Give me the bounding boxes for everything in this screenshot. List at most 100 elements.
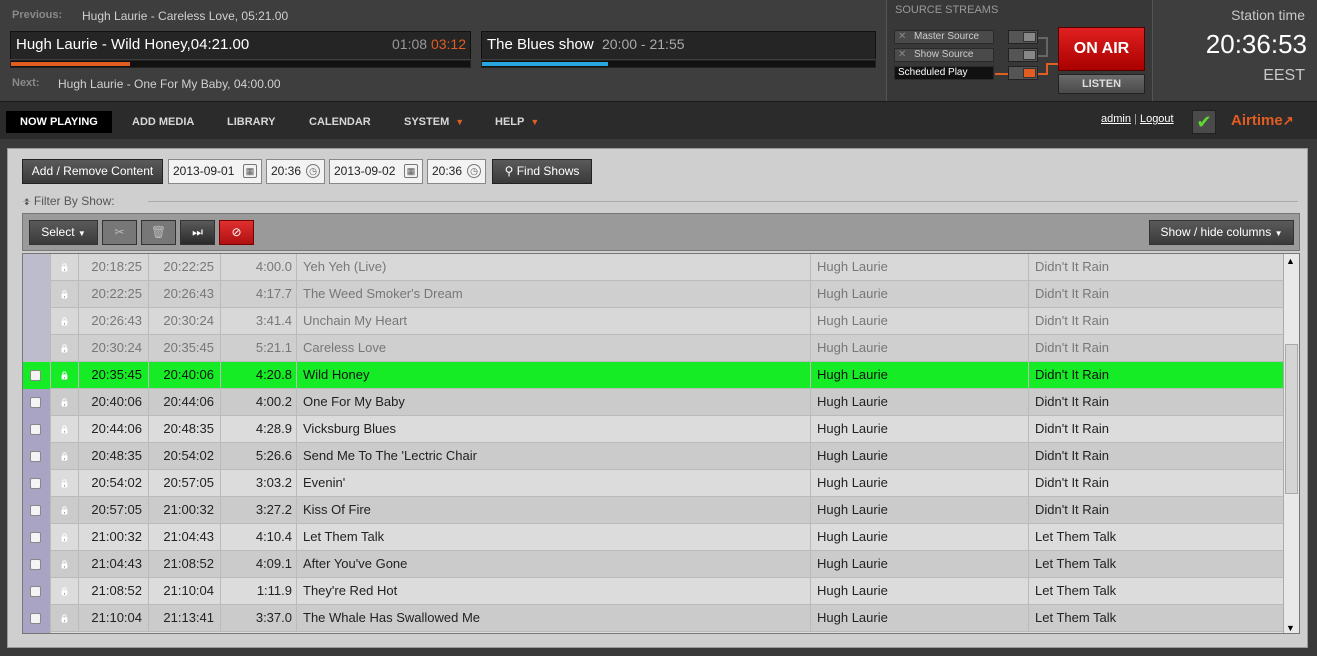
start-date-field[interactable]: 2013-09-01 ▦: [168, 159, 262, 184]
show-progress: [481, 60, 876, 68]
start-time-field[interactable]: 20:36 ◷: [266, 159, 325, 184]
scroll-up-icon[interactable]: ▲: [1286, 256, 1295, 266]
album-cell: Let Them Talk: [1035, 529, 1117, 544]
select-dropdown[interactable]: Select ▼: [29, 220, 98, 245]
toggle-knob: [1023, 32, 1036, 42]
table-row[interactable]: 🔒 20:35:45 20:40:06 4:20.8 Wild Honey Hugh La…: [23, 362, 1284, 389]
user-link[interactable]: admin: [1101, 113, 1131, 125]
lock-icon: 🔒: [59, 533, 70, 542]
cancel-icon: ⊘: [231, 225, 242, 239]
artist-cell: Hugh Laurie: [811, 578, 1029, 605]
checkbox-cell: [23, 281, 51, 308]
select-label: Select: [41, 225, 75, 239]
row-checkbox[interactable]: [30, 478, 41, 489]
clock-icon[interactable]: ◷: [467, 164, 481, 178]
nav-calendar[interactable]: CALENDAR: [295, 111, 385, 133]
lock-cell: 🔒: [51, 254, 79, 281]
close-icon[interactable]: ✕: [898, 31, 906, 43]
table-row[interactable]: 🔒 20:22:25 20:26:43 4:17.7 The Weed Smoker's…: [23, 281, 1284, 308]
row-checkbox[interactable]: [30, 613, 41, 624]
title-cell: Evenin': [297, 470, 811, 497]
logout-link[interactable]: Logout: [1140, 113, 1174, 125]
checkmark-icon[interactable]: ✔: [1192, 110, 1216, 134]
title-cell: Yeh Yeh (Live): [297, 254, 811, 281]
scissors-icon: ✂: [114, 225, 125, 239]
table-row[interactable]: 🔒 21:04:43 21:08:52 4:09.1 After You've Gone…: [23, 551, 1284, 578]
table-row[interactable]: 🔒 21:08:52 21:10:04 1:11.9 They're Red Hot Hu…: [23, 578, 1284, 605]
nav-library[interactable]: LIBRARY: [213, 111, 289, 133]
end-time-cell: 20:48:35: [149, 416, 221, 443]
find-shows-button[interactable]: ⚲ Find Shows: [492, 159, 592, 184]
lock-cell: 🔒: [51, 524, 79, 551]
start-time-cell: 20:22:25: [79, 281, 149, 308]
close-icon[interactable]: ✕: [898, 49, 906, 61]
calendar-icon[interactable]: ▦: [404, 164, 418, 178]
scheduled-play-toggle[interactable]: [1008, 66, 1038, 80]
row-checkbox[interactable]: [30, 397, 41, 408]
album-cell: Didn't It Rain: [1035, 475, 1110, 490]
filter-by-show[interactable]: ⬍ Filter By Show:: [23, 194, 115, 208]
listen-button[interactable]: LISTEN: [1058, 74, 1145, 94]
trash-icon: 🗑: [150, 225, 167, 239]
nav-add-media[interactable]: ADD MEDIA: [118, 111, 208, 133]
end-time-field[interactable]: 20:36 ◷: [427, 159, 486, 184]
master-source[interactable]: ✕ Master Source: [894, 30, 994, 44]
nav-now-playing[interactable]: NOW PLAYING: [6, 111, 112, 133]
table-row[interactable]: 🔒 20:48:35 20:54:02 5:26.6 Send Me To The 'L…: [23, 443, 1284, 470]
lock-icon: 🔒: [59, 371, 70, 380]
row-checkbox[interactable]: [30, 586, 41, 597]
show-source[interactable]: ✕ Show Source: [894, 48, 994, 62]
length-cell: 4:00.2: [221, 389, 297, 416]
show-source-toggle[interactable]: [1008, 48, 1038, 62]
lock-icon: 🔒: [59, 587, 70, 596]
end-time-cell: 21:10:04: [149, 578, 221, 605]
start-time-cell: 20:54:02: [79, 470, 149, 497]
row-checkbox[interactable]: [30, 559, 41, 570]
clock-icon[interactable]: ◷: [306, 164, 320, 178]
master-source-toggle[interactable]: [1008, 30, 1038, 44]
nav-system[interactable]: SYSTEM ▼: [390, 111, 478, 133]
row-checkbox[interactable]: [30, 505, 41, 516]
start-time-cell: 20:26:43: [79, 308, 149, 335]
artist-cell: Hugh Laurie: [811, 281, 1029, 308]
end-date-field[interactable]: 2013-09-02 ▦: [329, 159, 423, 184]
chevron-down-icon: ▼: [530, 117, 540, 127]
calendar-icon[interactable]: ▦: [243, 164, 257, 178]
lock-cell: 🔒: [51, 389, 79, 416]
show-hide-columns-button[interactable]: Show / hide columns ▼: [1149, 220, 1294, 245]
row-checkbox[interactable]: [30, 424, 41, 435]
row-checkbox[interactable]: [30, 532, 41, 543]
table-row[interactable]: 🔒 20:26:43 20:30:24 3:41.4 Unchain My Heart H…: [23, 308, 1284, 335]
show-source-label: Show Source: [914, 49, 974, 60]
start-time-cell: 21:04:43: [79, 551, 149, 578]
delete-button[interactable]: 🗑: [141, 220, 176, 245]
table-row[interactable]: 🔒 21:10:04 21:13:41 3:37.0 The Whale Has Swa…: [23, 605, 1284, 632]
table-row[interactable]: 🔒 20:40:06 20:44:06 4:00.2 One For My Baby Hu…: [23, 389, 1284, 416]
add-remove-content-button[interactable]: Add / Remove Content: [22, 159, 163, 184]
start-time-cell: 20:57:05: [79, 497, 149, 524]
user-links: admin | Logout: [1101, 113, 1174, 125]
title-cell: Kiss Of Fire: [297, 497, 811, 524]
scrollbar-thumb[interactable]: [1285, 344, 1298, 494]
checkbox-cell: [23, 254, 51, 281]
title-cell: Wild Honey: [297, 362, 811, 389]
scheduled-play[interactable]: Scheduled Play: [894, 66, 994, 80]
table-row[interactable]: 🔒 20:54:02 20:57:05 3:03.2 Evenin' Hugh Lauri…: [23, 470, 1284, 497]
table-row[interactable]: 🔒 20:57:05 21:00:32 3:27.2 Kiss Of Fire Hugh …: [23, 497, 1284, 524]
row-checkbox[interactable]: [30, 370, 41, 381]
table-row[interactable]: 🔒 20:18:25 20:22:25 4:00.0 Yeh Yeh (Live) Hug…: [23, 254, 1284, 281]
skip-button[interactable]: ⏭: [180, 220, 215, 245]
scroll-down-icon[interactable]: ▼: [1286, 623, 1295, 633]
filter-label: Filter By Show:: [33, 194, 115, 208]
scrollbar[interactable]: ▲ ▼: [1283, 254, 1299, 633]
table-row[interactable]: 🔒 20:30:24 20:35:45 5:21.1 Careless Love Hugh…: [23, 335, 1284, 362]
table-row[interactable]: 🔒 20:44:06 20:48:35 4:28.9 Vicksburg Blues Hu…: [23, 416, 1284, 443]
cut-button[interactable]: ✂: [102, 220, 137, 245]
row-checkbox[interactable]: [30, 451, 41, 462]
cancel-button[interactable]: ⊘: [219, 220, 254, 245]
nav-help[interactable]: HELP ▼: [481, 111, 553, 133]
remaining-time: 03:12: [430, 36, 466, 52]
table-row[interactable]: 🔒 21:00:32 21:04:43 4:10.4 Let Them Talk Hugh…: [23, 524, 1284, 551]
table-row[interactable]: [23, 632, 1284, 633]
length-cell: 4:28.9: [221, 416, 297, 443]
